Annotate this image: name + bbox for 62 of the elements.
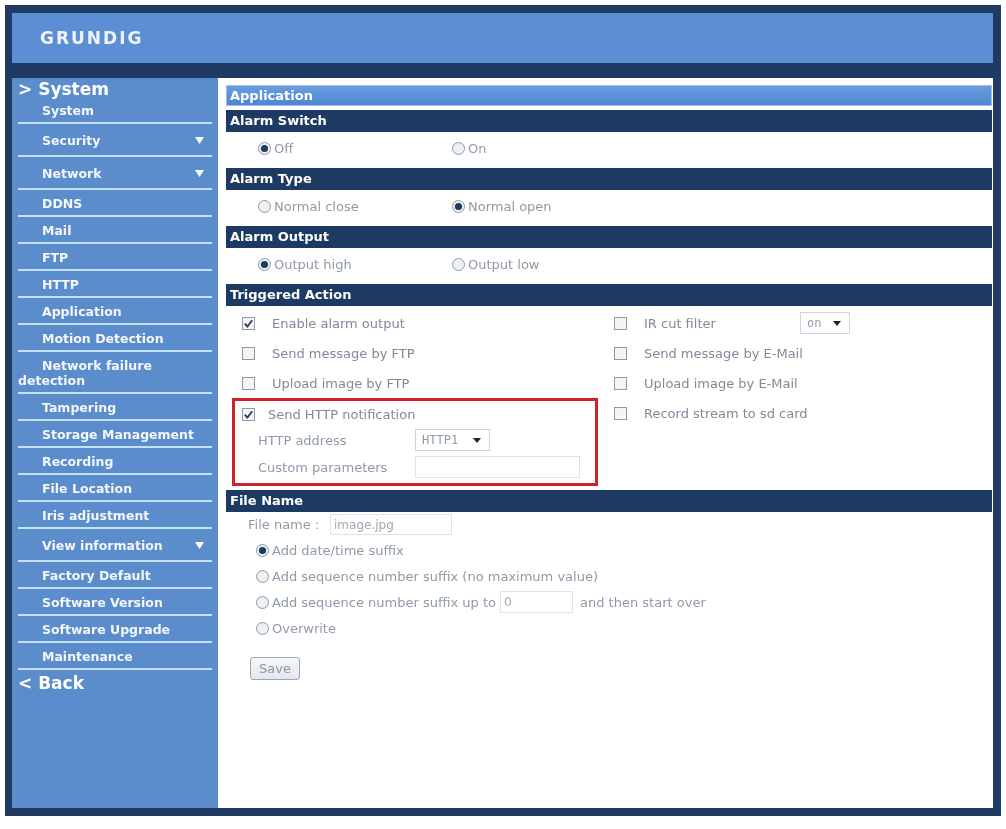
checkbox-option[interactable]: Enable alarm output (232, 308, 405, 338)
section-header: Alarm Output (226, 226, 992, 248)
radio-option[interactable]: Overwrite (256, 620, 336, 636)
section-header: Triggered Action (226, 284, 992, 306)
checkbox-option[interactable]: Record stream to sd card (614, 405, 808, 421)
radio-option[interactable]: Output high (258, 256, 452, 272)
section-header: File Name (226, 490, 992, 512)
field-label: HTTP address (258, 432, 348, 448)
sidebar-item[interactable]: Software Version (18, 589, 212, 616)
sidebar-item[interactable]: Mail (18, 217, 212, 244)
sidebar-item[interactable]: HTTP (18, 271, 212, 298)
radio-option[interactable]: Normal open (452, 198, 646, 214)
sidebar-item[interactable]: Recording (18, 448, 212, 475)
radio-option[interactable]: Add date/time suffix (256, 542, 404, 558)
radio-option[interactable]: Normal close (258, 198, 452, 214)
radio-option[interactable]: Off (258, 140, 452, 156)
radio-option[interactable]: Output low (452, 256, 646, 272)
sidebar-item[interactable]: Motion Detection (18, 325, 212, 352)
caret-icon (833, 320, 841, 326)
input-field[interactable]: 0 (500, 591, 574, 613)
sidebar-item[interactable]: View information (18, 529, 212, 562)
sidebar-item[interactable]: Factory Default (18, 562, 212, 589)
page-title-bar: Application (226, 85, 992, 106)
dropdown[interactable]: HTTP1 (415, 429, 490, 451)
sidebar-item[interactable]: Security (18, 124, 212, 157)
sidebar-item[interactable]: FTP (18, 244, 212, 271)
input-field[interactable] (415, 456, 580, 478)
sidebar-item[interactable]: DDNS (18, 190, 212, 217)
caret-icon (195, 170, 204, 177)
dropdown[interactable]: on (800, 312, 850, 334)
checkbox-option[interactable]: Send message by E-Mail (614, 345, 803, 361)
sidebar-item[interactable]: Network (18, 157, 212, 190)
back-link[interactable]: < Back (18, 670, 84, 693)
checkbox-option[interactable]: Send HTTP notification (235, 401, 595, 427)
brand-logo: GRUNDIG (40, 28, 144, 48)
sidebar-item[interactable]: Maintenance (18, 643, 212, 670)
caret-icon (473, 437, 481, 443)
checkbox-option[interactable]: Send message by FTP (232, 338, 415, 368)
field-label: File name : (248, 517, 321, 532)
save-button[interactable]: Save (250, 657, 300, 680)
option-suffix-text: and then start over (580, 594, 706, 610)
caret-icon (195, 137, 204, 144)
caret-icon (195, 542, 204, 549)
sidebar-heading[interactable]: > System (18, 78, 109, 99)
section-header: Alarm Type (226, 168, 992, 190)
field-label: Custom parameters (258, 459, 389, 475)
radio-option[interactable]: Add sequence number suffix up to (256, 594, 497, 610)
sidebar-item[interactable]: Storage Management (18, 421, 212, 448)
input-field[interactable]: image.jpg (330, 514, 452, 535)
checkbox-option[interactable]: Upload image by FTP (232, 368, 410, 398)
radio-option[interactable]: On (452, 140, 646, 156)
sidebar-item[interactable]: Tampering (18, 394, 212, 421)
sidebar-item[interactable]: File Location (18, 475, 212, 502)
sidebar-item[interactable]: Network failure detection (18, 352, 212, 394)
sidebar-item[interactable]: Iris adjustment (18, 502, 212, 529)
sidebar-item[interactable]: Application (18, 298, 212, 325)
checkbox-option[interactable]: IR cut filter (614, 315, 790, 331)
section-header: Alarm Switch (226, 110, 992, 132)
sidebar-item[interactable]: System (18, 99, 212, 124)
checkbox-option[interactable]: Upload image by E-Mail (614, 375, 798, 391)
sidebar-item[interactable]: Software Upgrade (18, 616, 212, 643)
radio-option[interactable]: Add sequence number suffix (no maximum value) (256, 568, 598, 584)
